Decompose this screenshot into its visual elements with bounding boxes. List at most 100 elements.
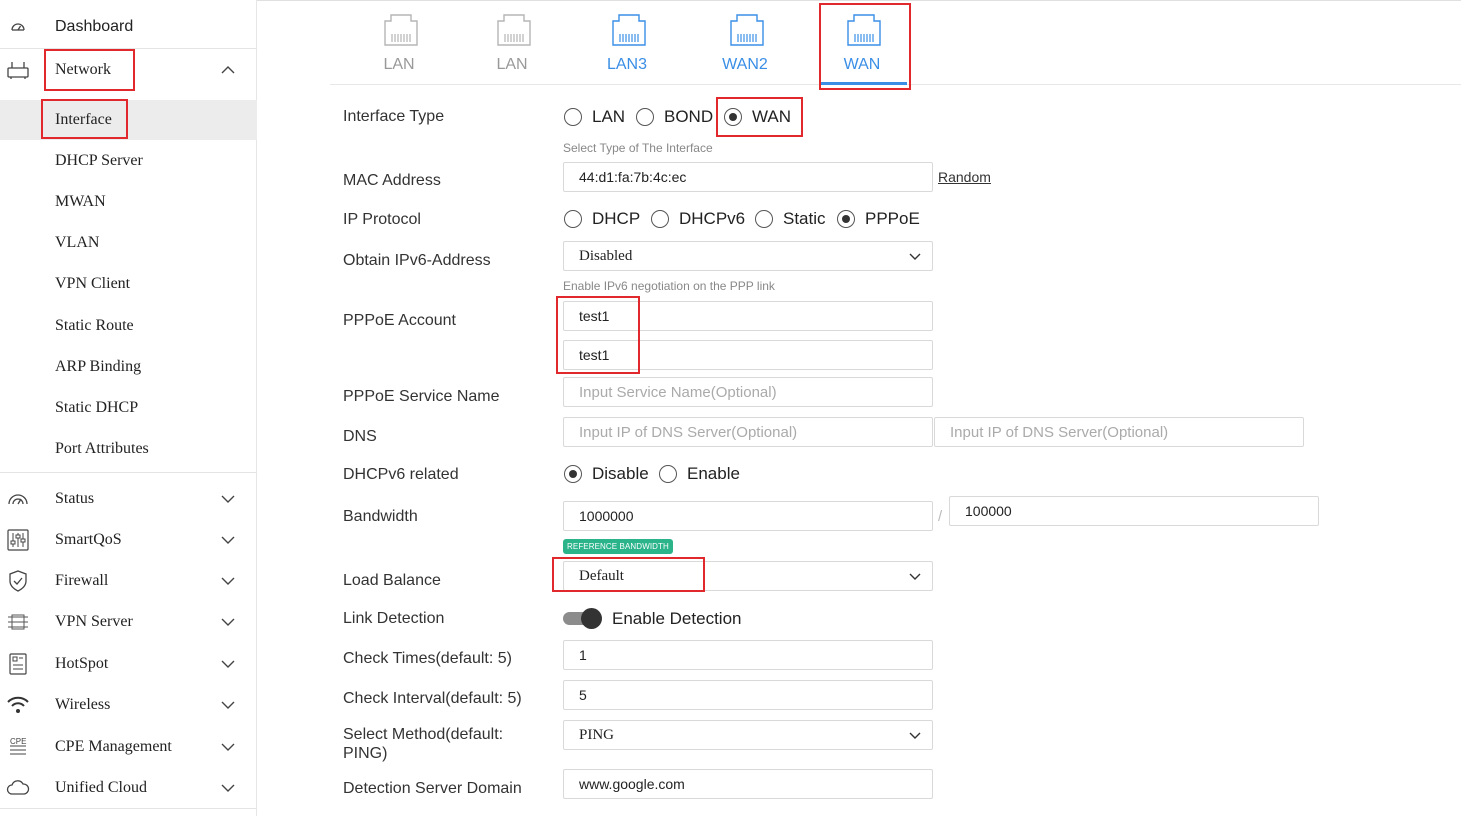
radio-label: Disable	[592, 464, 649, 483]
bandwidth-label: Bandwidth	[343, 508, 418, 525]
ethernet-port-icon	[609, 12, 649, 48]
ethernet-port-icon	[844, 12, 884, 48]
shield-icon	[6, 569, 30, 593]
select-method-label-line1: Select Method(default:	[343, 726, 504, 743]
chevron-down-icon	[908, 250, 922, 264]
sidebar-group-cpe-management[interactable]: CPE CPE Management	[0, 727, 257, 767]
chevron-up-icon	[220, 62, 236, 78]
tab-lan3[interactable]: LAN3	[582, 10, 672, 82]
sidebar-item-label: Dashboard	[55, 18, 134, 35]
sidebar-item-label: MWAN	[55, 193, 106, 210]
sidebar-item-label: Status	[55, 490, 95, 507]
sidebar-item-vpn-client[interactable]: VPN Client	[0, 264, 257, 304]
active-tab-indicator	[820, 82, 907, 85]
ip-protocol-radio-static[interactable]: Static	[755, 209, 826, 229]
sidebar-item-static-dhcp[interactable]: Static DHCP	[0, 388, 257, 428]
sidebar-item-port-attributes[interactable]: Port Attributes	[0, 429, 257, 469]
tab-wan2[interactable]: WAN2	[700, 10, 790, 82]
radio-label: LAN	[592, 107, 626, 126]
chevron-down-icon	[908, 729, 922, 743]
random-mac-link[interactable]: Random	[938, 169, 991, 185]
check-times-input[interactable]: 1	[563, 640, 933, 670]
sidebar-group-network[interactable]: Network	[0, 50, 257, 90]
speedometer-icon	[6, 15, 30, 39]
dns-primary-input[interactable]: Input IP of DNS Server(Optional)	[563, 417, 933, 447]
radio-label: WAN	[752, 107, 792, 126]
interface-type-radio-wan[interactable]: WAN	[724, 107, 791, 127]
chevron-down-icon	[220, 491, 236, 507]
dns-secondary-input[interactable]: Input IP of DNS Server(Optional)	[934, 417, 1304, 447]
server-stack-icon	[6, 610, 30, 634]
router-icon	[6, 58, 30, 82]
tab-label: WAN	[843, 56, 881, 73]
radio-label: DHCPv6	[679, 209, 746, 228]
interface-type-label: Interface Type	[343, 108, 445, 125]
obtain-ipv6-label: Obtain IPv6-Address	[343, 252, 491, 269]
sidebar-item-label: Network	[55, 61, 111, 78]
load-balance-select[interactable]: Default	[563, 561, 933, 591]
sidebar-item-vlan[interactable]: VLAN	[0, 223, 257, 263]
bandwidth-up-input[interactable]: 100000	[949, 496, 1319, 526]
chevron-down-icon	[220, 656, 236, 672]
detection-server-input[interactable]: www.google.com	[563, 769, 933, 799]
mac-address-input[interactable]: 44:d1:fa:7b:4c:ec	[563, 162, 933, 192]
interface-type-hint: Select Type of The Interface	[563, 141, 713, 155]
sidebar-group-unified-cloud[interactable]: Unified Cloud	[0, 768, 257, 808]
tab-label: WAN2	[722, 56, 768, 73]
select-method-label-line2: PING)	[343, 745, 388, 762]
sidebar-item-label: Wireless	[55, 696, 111, 713]
interface-type-radio-lan[interactable]: LAN	[564, 107, 625, 127]
select-value: Default	[579, 567, 624, 584]
cloud-icon	[6, 776, 30, 800]
ip-protocol-radio-dhcpv6[interactable]: DHCPv6	[651, 209, 745, 229]
tab-label: LAN3	[606, 56, 648, 73]
tab-lan-1[interactable]: LAN	[354, 10, 444, 82]
tab-label: LAN	[496, 56, 528, 73]
interface-type-radio-bond[interactable]: BOND	[636, 107, 713, 127]
load-balance-label: Load Balance	[343, 572, 441, 589]
check-times-label: Check Times(default: 5)	[343, 650, 512, 667]
sidebar-item-static-route[interactable]: Static Route	[0, 306, 257, 346]
sidebar-item-mwan[interactable]: MWAN	[0, 182, 257, 222]
sidebar-item-label: VPN Client	[55, 275, 131, 292]
reference-bandwidth-badge[interactable]: REFERENCE BANDWIDTH	[563, 539, 673, 554]
sidebar-item-dhcp-server[interactable]: DHCP Server	[0, 141, 257, 181]
divider	[0, 808, 257, 809]
sidebar-group-hotspot[interactable]: HotSpot	[0, 644, 257, 684]
dns-label: DNS	[343, 428, 377, 445]
sidebar-group-vpn-server[interactable]: VPN Server	[0, 602, 257, 642]
select-value: PING	[579, 726, 615, 743]
dhcpv6-radio-enable[interactable]: Enable	[659, 464, 740, 484]
sidebar-group-wireless[interactable]: Wireless	[0, 685, 257, 725]
select-method-select[interactable]: PING	[563, 720, 933, 750]
pppoe-password-input[interactable]: test1	[563, 340, 933, 370]
tab-wan[interactable]: WAN	[817, 10, 907, 82]
dhcpv6-radio-disable[interactable]: Disable	[564, 464, 649, 484]
mac-address-label: MAC Address	[343, 172, 441, 189]
sidebar-item-label: SmartQoS	[55, 531, 122, 548]
bandwidth-down-input[interactable]: 1000000	[563, 501, 933, 531]
check-interval-input[interactable]: 5	[563, 680, 933, 710]
obtain-ipv6-select[interactable]: Disabled	[563, 241, 933, 271]
chevron-down-icon	[220, 573, 236, 589]
sidebar-group-firewall[interactable]: Firewall	[0, 561, 257, 601]
dhcpv6-related-label: DHCPv6 related	[343, 466, 459, 483]
ip-protocol-radio-dhcp[interactable]: DHCP	[564, 209, 640, 229]
sidebar-item-interface[interactable]: Interface	[0, 100, 257, 140]
sidebar-group-status[interactable]: Status	[0, 479, 257, 519]
divider	[0, 472, 257, 473]
bandwidth-separator: /	[938, 508, 943, 525]
ip-protocol-radio-pppoe[interactable]: PPPoE	[837, 209, 920, 229]
sidebar-item-dashboard[interactable]: Dashboard	[0, 7, 257, 47]
link-detection-toggle-label: Enable Detection	[612, 609, 742, 628]
tab-lan-2[interactable]: LAN	[467, 10, 557, 82]
chevron-down-icon	[220, 532, 236, 548]
link-detection-toggle[interactable]	[563, 608, 603, 629]
pppoe-username-input[interactable]: test1	[563, 301, 933, 331]
radio-label: DHCP	[592, 209, 641, 228]
sidebar-item-arp-binding[interactable]: ARP Binding	[0, 347, 257, 387]
pppoe-service-input[interactable]: Input Service Name(Optional)	[563, 377, 933, 407]
ip-protocol-label: IP Protocol	[343, 211, 421, 228]
sidebar-group-smartqos[interactable]: SmartQoS	[0, 520, 257, 560]
chevron-down-icon	[220, 614, 236, 630]
